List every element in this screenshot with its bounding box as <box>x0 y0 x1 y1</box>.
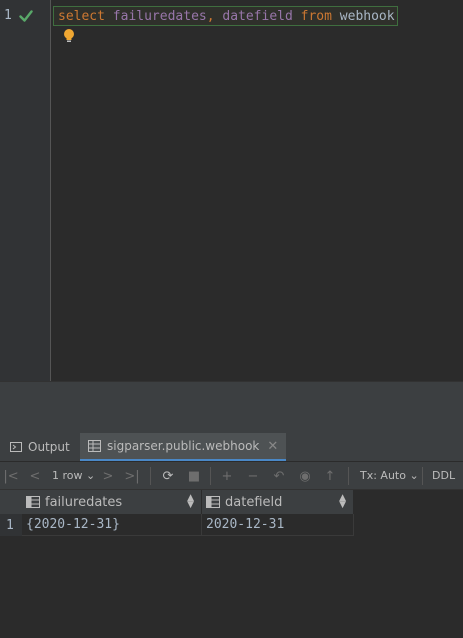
keyword-select: select <box>58 9 105 24</box>
stop-icon[interactable]: ■ <box>186 468 202 484</box>
tab-output-label: Output <box>28 440 70 454</box>
table-name: webhook <box>339 9 395 24</box>
toolbar-divider <box>422 467 423 485</box>
keyword-from: from <box>300 9 332 24</box>
results-toolbar: |< < 1 row ⌄ > >| ⟳ ■ + − ↶ ◉ ↑ Tx: Auto… <box>0 462 463 490</box>
first-page-icon[interactable]: |< <box>3 468 19 484</box>
column-header-datefield[interactable]: datefield ▲ ▼ <box>202 490 354 514</box>
rows-label: 1 row <box>52 469 83 482</box>
previous-page-icon[interactable]: < <box>27 468 43 484</box>
check-icon <box>19 10 33 22</box>
tab-output[interactable]: Output <box>10 433 70 461</box>
submit-icon[interactable]: ↑ <box>322 468 338 484</box>
console-icon <box>10 442 22 452</box>
sort-icon[interactable]: ▲ ▼ <box>339 494 346 510</box>
column-failuredates: failuredates <box>112 9 207 24</box>
cell-failuredates[interactable]: {2020-12-31} <box>22 514 202 536</box>
column-icon <box>206 496 220 508</box>
toolbar-divider <box>348 467 349 485</box>
toolbar-divider <box>210 467 211 485</box>
editor-gutter: 1 <box>0 0 51 381</box>
tab-webhook-results[interactable]: sigparser.public.webhook ✕ <box>80 433 287 461</box>
sql-editor[interactable]: 1 select failuredates, datefield from we… <box>0 0 463 381</box>
sql-statement[interactable]: select failuredates, datefield from webh… <box>58 9 395 24</box>
comma: , <box>206 9 215 24</box>
preview-changes-icon[interactable]: ◉ <box>297 468 313 484</box>
sort-icon[interactable]: ▲ ▼ <box>187 494 194 510</box>
editor-bottom-strip <box>0 381 463 434</box>
cell-datefield[interactable]: 2020-12-31 <box>202 514 354 536</box>
row-number: 1 <box>6 518 14 533</box>
add-row-icon[interactable]: + <box>219 468 235 484</box>
column-header-label: failuredates <box>45 494 123 510</box>
column-datefield: datefield <box>222 9 293 24</box>
services-tabbar: Output sigparser.public.webhook ✕ <box>0 433 463 462</box>
tx-label: Tx: Auto <box>360 469 406 482</box>
ddl-button[interactable]: DDL <box>432 469 455 482</box>
column-header-failuredates[interactable]: failuredates ▲ ▼ <box>22 490 202 514</box>
line-number: 1 <box>4 8 12 23</box>
grid-header: failuredates ▲ ▼ datefield ▲ ▼ <box>0 490 354 514</box>
rows-dropdown[interactable]: 1 row ⌄ <box>52 469 95 482</box>
column-header-label: datefield <box>225 494 283 510</box>
table-icon <box>88 440 101 452</box>
transaction-mode-dropdown[interactable]: Tx: Auto ⌄ <box>360 469 419 482</box>
tab-webhook-label: sigparser.public.webhook <box>107 439 260 453</box>
toolbar-divider <box>150 467 151 485</box>
last-page-icon[interactable]: >| <box>124 468 140 484</box>
close-icon[interactable]: ✕ <box>267 439 278 454</box>
column-icon <box>26 496 40 508</box>
results-grid[interactable]: failuredates ▲ ▼ datefield ▲ ▼ 1 {2020-12-… <box>0 490 463 638</box>
lightbulb-icon[interactable] <box>63 28 75 44</box>
revert-icon[interactable]: ↶ <box>271 468 287 484</box>
refresh-icon[interactable]: ⟳ <box>160 468 176 484</box>
code-line[interactable]: select failuredates, datefield from webh… <box>53 6 398 26</box>
delete-row-icon[interactable]: − <box>245 468 261 484</box>
next-page-icon[interactable]: > <box>100 468 116 484</box>
